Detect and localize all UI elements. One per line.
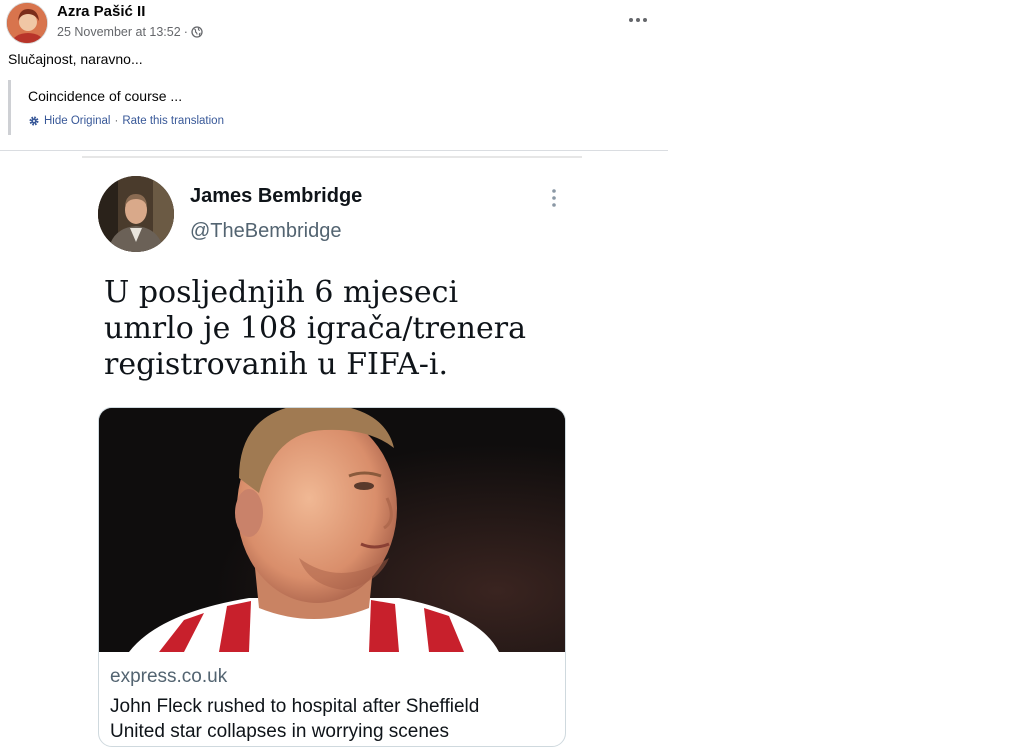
card-domain: express.co.uk: [110, 666, 228, 687]
tweet-text-line: registrovanih u FIFA-i.: [104, 347, 449, 382]
tweet-text-line: umrlo je 108 igrača/trenera: [104, 311, 526, 346]
post-meta: 25 November at 13:52 ·: [57, 25, 203, 39]
tweet-display-name: James Bembridge: [190, 185, 363, 207]
post-text: Slučajnost, naravno...: [8, 51, 143, 67]
translation-text: Coincidence of course ...: [28, 88, 183, 104]
avatar-portrait: [7, 3, 47, 43]
tweet-text-line: U posljednjih 6 mjeseci: [104, 275, 459, 310]
tweet-avatar-portrait: [98, 176, 174, 252]
card-title-line: United star collapses in worrying scenes: [110, 721, 449, 742]
link-preview-card[interactable]: express.co.uk John Fleck rushed to hospi…: [98, 407, 566, 747]
author-name[interactable]: Azra Pašić II: [57, 3, 145, 20]
translation-block: Coincidence of course ... Hide Original …: [8, 80, 648, 135]
footballer-photo: [99, 408, 565, 652]
globe-icon: [191, 26, 203, 38]
meta-separator: ·: [183, 25, 188, 39]
hide-original-link[interactable]: Hide Original: [44, 115, 110, 127]
tweet-text: U posljednjih 6 mjeseci umrlo je 108 igr…: [104, 275, 564, 383]
card-title: John Fleck rushed to hospital after Shef…: [110, 694, 560, 744]
rate-translation-link[interactable]: Rate this translation: [122, 115, 224, 127]
translation-link-separator: ·: [114, 115, 119, 127]
card-photo: [99, 408, 565, 652]
translation-links: Hide Original · Rate this translation: [28, 115, 224, 127]
post-divider: [0, 150, 668, 151]
more-vertical-icon: [546, 186, 562, 210]
gear-icon: [28, 115, 40, 127]
more-horizontal-icon[interactable]: [624, 8, 652, 32]
card-title-line: John Fleck rushed to hospital after Shef…: [110, 696, 480, 717]
author-avatar[interactable]: [6, 2, 48, 44]
shared-tweet-image[interactable]: James Bembridge @TheBembridge U posljedn…: [82, 156, 582, 747]
facebook-post: Azra Pašić II 25 November at 13:52 · Slu…: [0, 0, 668, 747]
tweet-author-avatar: [98, 176, 174, 252]
post-timestamp[interactable]: 25 November at 13:52: [57, 25, 181, 39]
tweet-handle: @TheBembridge: [190, 220, 342, 242]
